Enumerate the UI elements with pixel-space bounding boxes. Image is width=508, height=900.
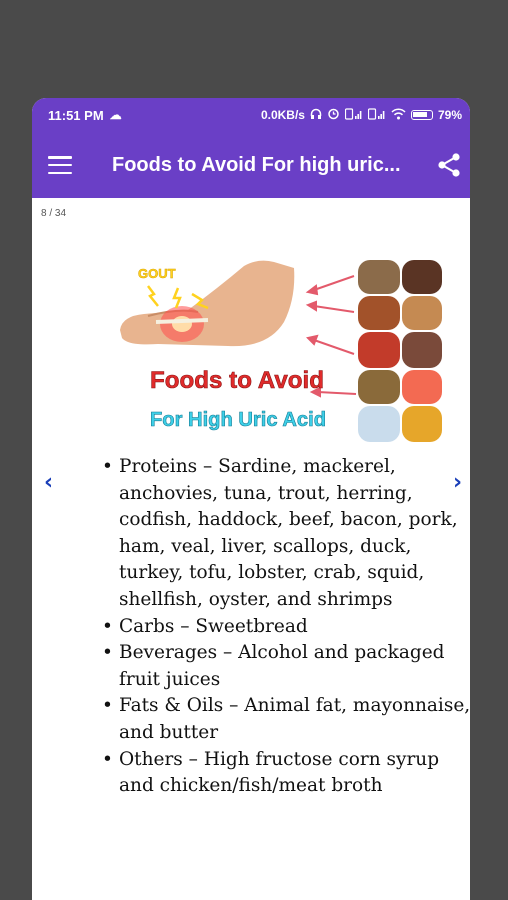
next-page-button[interactable]: ›: [453, 470, 462, 495]
list-item: Beverages – Alcohol and packaged fruit j…: [102, 640, 470, 693]
network-speed: 0.0KB/s: [260, 108, 305, 122]
figure-heading-line2: For High Uric Acid: [150, 409, 326, 431]
figure-heading-line1: Foods to Avoid: [150, 367, 324, 394]
cloud-icon: ☁: [109, 108, 122, 122]
headphones-icon: [310, 108, 322, 123]
list-item: Others – High fructose corn syrup and ch…: [102, 747, 470, 800]
share-icon[interactable]: [434, 150, 464, 180]
list-item: Proteins – Sardine, mackerel, anchovies,…: [102, 454, 470, 614]
app-bar: Foods to Avoid For high uric...: [32, 132, 470, 198]
sim-signal-icon: [344, 107, 363, 123]
battery-percent: 79%: [437, 108, 462, 122]
wifi-icon: [391, 107, 406, 123]
status-bar: 11:51 PM ☁ 0.0KB/s 79%: [32, 98, 470, 132]
hamburger-menu-icon[interactable]: [48, 156, 72, 174]
sim-signal-icon: [367, 107, 386, 123]
gout-food-illustration: GOUT Foods to Avoid For High Uric Acid: [120, 260, 442, 442]
alarm-icon: [327, 107, 340, 123]
status-icons: 0.0KB/s 79%: [261, 107, 462, 123]
page-counter: 8 / 34: [41, 208, 67, 219]
list-item: Carbs – Sweetbread: [102, 614, 470, 641]
phone-screen: 11:51 PM ☁ 0.0KB/s 79% Foods to Avoid Fo…: [32, 98, 470, 900]
page-title: Foods to Avoid For high uric...: [112, 153, 401, 176]
food-list: Proteins – Sardine, mackerel, anchovies,…: [102, 454, 470, 800]
gout-label: GOUT: [138, 266, 176, 281]
list-item: Fats & Oils – Animal fat, mayonnaise, an…: [102, 693, 470, 746]
previous-page-button[interactable]: ‹: [44, 470, 53, 495]
battery-icon: [410, 110, 433, 120]
status-time: 11:51 PM: [48, 107, 104, 123]
